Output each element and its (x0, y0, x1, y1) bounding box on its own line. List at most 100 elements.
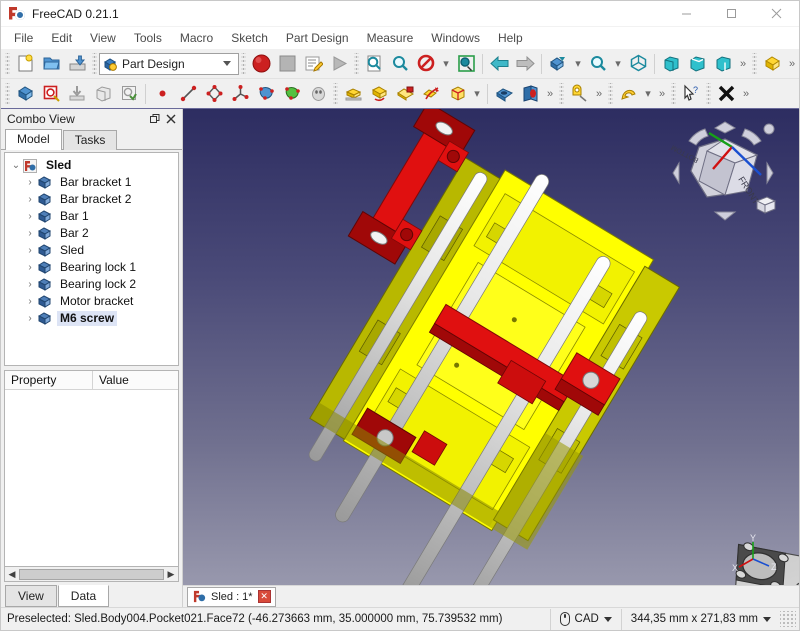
create-body-icon[interactable] (12, 81, 38, 107)
axonometric-view-icon[interactable] (453, 51, 479, 77)
create-polyline-icon[interactable] (201, 81, 227, 107)
property-table[interactable]: Property Value (4, 370, 179, 567)
menu-view[interactable]: View (81, 29, 125, 47)
additive-dropdown-caret[interactable]: ▾ (470, 87, 484, 100)
undo-icon[interactable] (615, 81, 641, 107)
menu-file[interactable]: File (5, 29, 42, 47)
tree-item-bearing-lock-1[interactable]: › Bearing lock 1 (5, 259, 178, 276)
view-back-icon[interactable] (486, 51, 512, 77)
attach-sketch-icon[interactable] (64, 81, 90, 107)
std-view-fit-selection-icon[interactable] (387, 51, 413, 77)
scrollbar-thumb[interactable] (19, 568, 164, 580)
toolbar-grip-part[interactable] (752, 52, 757, 75)
additive-primitive-icon[interactable] (444, 81, 470, 107)
macro-edit-icon[interactable] (300, 51, 326, 77)
measure-icon[interactable] (566, 81, 592, 107)
tree-item-bearing-lock-2[interactable]: › Bearing lock 2 (5, 276, 178, 293)
zoom-icon[interactable] (585, 51, 611, 77)
measure-overflow-icon[interactable]: » (592, 88, 606, 100)
chevron-right-icon[interactable]: › (23, 194, 37, 205)
document-tab-sled[interactable]: Sled : 1* ✕ (187, 587, 276, 607)
undo-overflow-icon[interactable]: » (655, 88, 669, 100)
toolbar-grip-2b[interactable] (333, 82, 338, 105)
menu-macro[interactable]: Macro (171, 29, 222, 47)
draw-style-icon[interactable] (413, 51, 439, 77)
tab-view[interactable]: View (5, 585, 57, 607)
property-horizontal-scrollbar[interactable]: ◀ ▶ (4, 567, 179, 582)
tree-item-bar-bracket-1[interactable]: › Bar bracket 1 (5, 174, 178, 191)
open-document-icon[interactable] (38, 51, 64, 77)
chevron-right-icon[interactable]: › (23, 177, 37, 188)
create-sketch-icon[interactable] (38, 81, 64, 107)
workbench-selector[interactable]: Part Design (99, 52, 239, 75)
toolbar-grip[interactable] (5, 52, 10, 75)
close-panel-icon[interactable] (163, 111, 179, 127)
view-forward-icon[interactable] (512, 51, 538, 77)
tree-item-motor-bracket[interactable]: › Motor bracket (5, 293, 178, 310)
view-top-icon[interactable] (684, 51, 710, 77)
float-panel-icon[interactable] (147, 111, 163, 127)
undo-dropdown-caret[interactable]: ▾ (641, 87, 655, 100)
menu-part-design[interactable]: Part Design (277, 29, 358, 47)
tree-item-bar-bracket-2[interactable]: › Bar bracket 2 (5, 191, 178, 208)
maximize-button[interactable] (709, 1, 754, 27)
menu-edit[interactable]: Edit (42, 29, 81, 47)
model-tree[interactable]: ⌄ Sled › Bar bracket 1 › Bar bracket 2 ›… (4, 152, 179, 366)
macro-stop-icon[interactable] (274, 51, 300, 77)
toolbar-grip-2e[interactable] (671, 82, 676, 105)
draw-style-dropdown-caret[interactable]: ▾ (439, 57, 453, 70)
menu-tools[interactable]: Tools (125, 29, 171, 47)
chevron-down-icon[interactable] (603, 616, 612, 622)
macro-execute-icon[interactable] (326, 51, 352, 77)
tab-data[interactable]: Data (57, 585, 110, 607)
additive-pipe-icon[interactable] (418, 81, 444, 107)
isometric-view-icon[interactable] (545, 51, 571, 77)
toolbar-grip-macro[interactable] (241, 52, 246, 75)
create-point-icon[interactable] (149, 81, 175, 107)
create-clone-icon[interactable] (305, 81, 331, 107)
menu-windows[interactable]: Windows (422, 29, 489, 47)
chevron-right-icon[interactable]: › (23, 296, 37, 307)
validate-sketch-icon[interactable] (90, 81, 116, 107)
menu-measure[interactable]: Measure (358, 29, 423, 47)
tab-tasks[interactable]: Tasks (62, 130, 118, 150)
tree-item-m6-screw[interactable]: › M6 screw (5, 310, 178, 327)
chevron-down-icon[interactable] (223, 61, 231, 66)
view-right-icon[interactable] (710, 51, 736, 77)
pad-icon[interactable] (340, 81, 366, 107)
isometric-dropdown-caret[interactable]: ▾ (571, 57, 585, 70)
close-button[interactable] (754, 1, 799, 27)
menu-help[interactable]: Help (489, 29, 532, 47)
chevron-right-icon[interactable]: › (23, 245, 37, 256)
check-geometry-icon[interactable] (116, 81, 142, 107)
toolbar-grip-view[interactable] (354, 52, 359, 75)
save-document-icon[interactable] (64, 51, 90, 77)
chevron-down-icon[interactable]: ⌄ (9, 160, 23, 171)
part-overflow-icon[interactable]: » (785, 58, 799, 70)
3d-viewport[interactable]: FRONT BOTTOM Y X Z (183, 109, 799, 585)
close-overflow-icon[interactable]: » (739, 88, 753, 100)
create-subshapebinder-icon[interactable] (279, 81, 305, 107)
tree-item-sled-root[interactable]: ⌄ Sled (5, 157, 178, 174)
create-datum-icon[interactable] (227, 81, 253, 107)
toolbar-grip-2d[interactable] (608, 82, 613, 105)
new-document-icon[interactable] (12, 51, 38, 77)
close-icon[interactable] (713, 81, 739, 107)
whats-this-icon[interactable]: ? (678, 81, 704, 107)
tree-item-bar-1[interactable]: › Bar 1 (5, 208, 178, 225)
chevron-right-icon[interactable]: › (23, 279, 37, 290)
toolbar-grip-2c[interactable] (559, 82, 564, 105)
scroll-left-icon[interactable]: ◀ (5, 568, 19, 581)
create-shapebinder-icon[interactable] (253, 81, 279, 107)
pocket-overflow-icon[interactable]: » (543, 88, 557, 100)
part-design-body-icon[interactable] (759, 51, 785, 77)
navigation-cube[interactable]: FRONT BOTTOM (669, 117, 781, 227)
tree-item-sled[interactable]: › Sled (5, 242, 178, 259)
chevron-right-icon[interactable]: › (23, 211, 37, 222)
macro-record-icon[interactable] (248, 51, 274, 77)
create-line-icon[interactable] (175, 81, 201, 107)
toolbar-grip-2f[interactable] (706, 82, 711, 105)
pocket-icon[interactable] (491, 81, 517, 107)
tab-model[interactable]: Model (5, 129, 62, 150)
chevron-right-icon[interactable]: › (23, 313, 37, 324)
